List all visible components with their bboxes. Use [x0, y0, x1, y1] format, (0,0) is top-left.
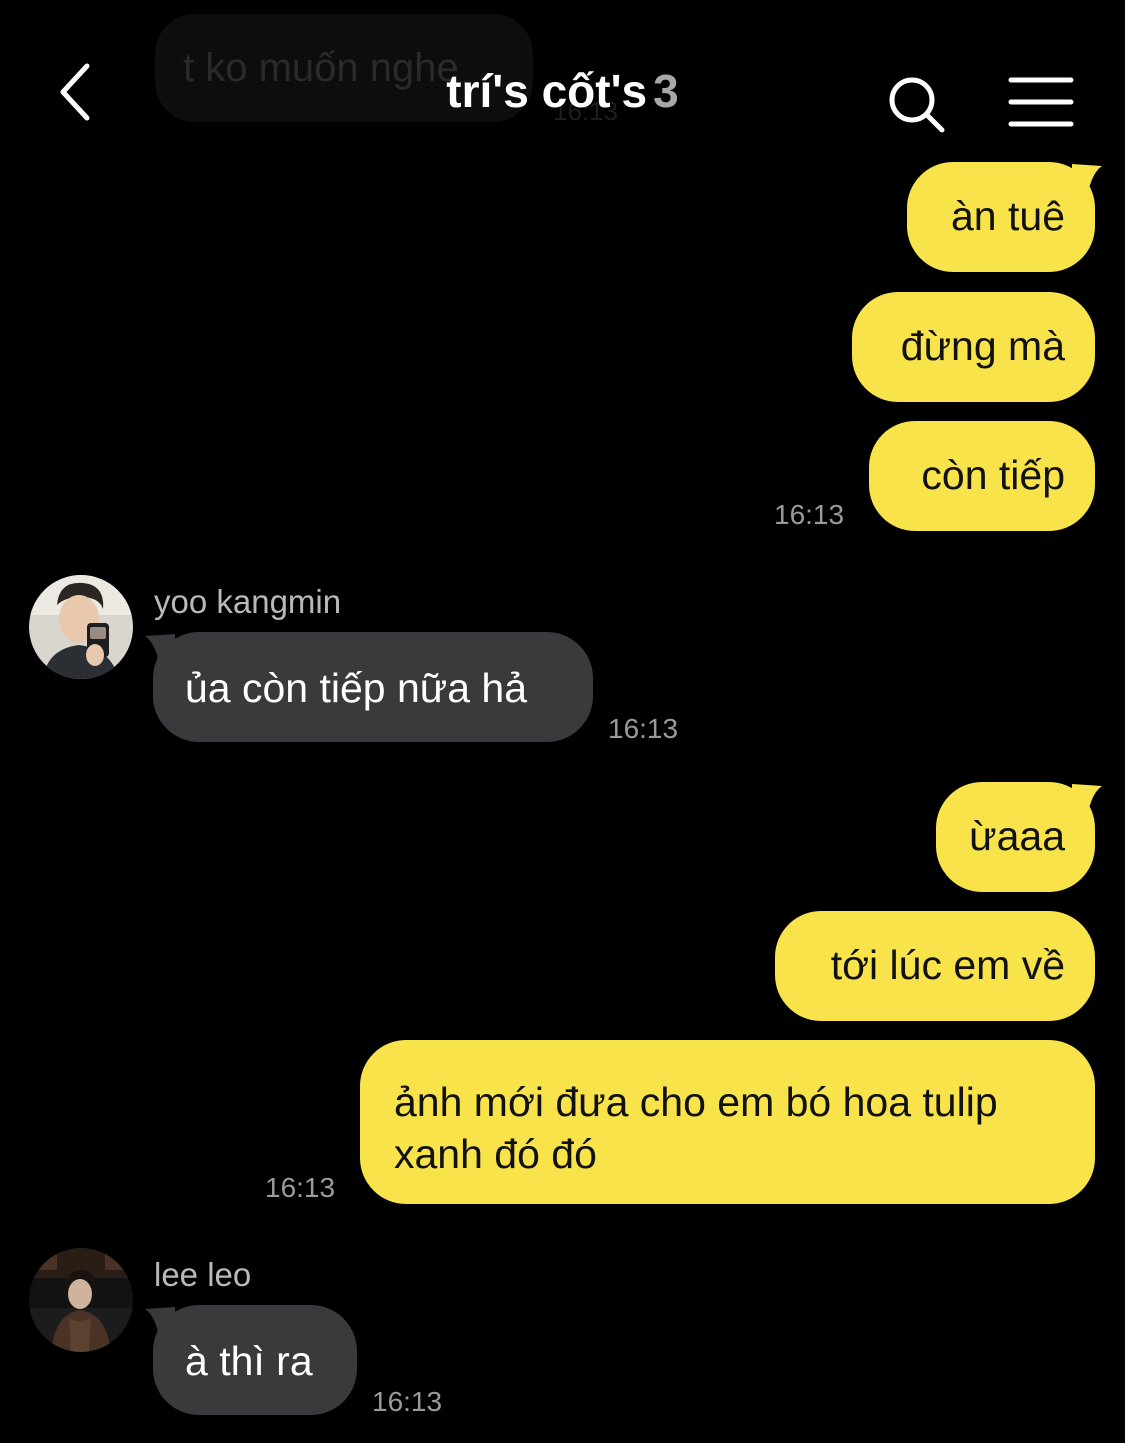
message-text: ừaaa — [969, 813, 1065, 859]
chat-name: trí's cốt's — [446, 65, 648, 117]
message-time: 16:13 — [774, 499, 845, 530]
bubble-tail — [145, 634, 175, 674]
message-text: đừng mà — [900, 323, 1065, 369]
sender-name: lee leo — [154, 1256, 252, 1293]
outgoing-message[interactable]: còn tiếp — [869, 421, 1095, 531]
incoming-message[interactable]: à thì ra — [153, 1305, 357, 1415]
message-time: 16:13 — [265, 1172, 336, 1203]
incoming-message[interactable]: ủa còn tiếp nữa hả — [153, 632, 593, 742]
outgoing-message[interactable]: đừng mà — [852, 292, 1095, 402]
sender-name: yoo kangmin — [154, 583, 342, 620]
menu-icon[interactable] — [1008, 76, 1074, 128]
outgoing-message[interactable]: tới lúc em về — [775, 911, 1095, 1021]
message-time: 16:13 — [372, 1386, 443, 1417]
bubble-tail — [1072, 164, 1102, 204]
outgoing-message[interactable]: àn tuê — [907, 162, 1095, 272]
bubble-tail — [145, 1307, 175, 1347]
message-text: à thì ra — [185, 1338, 313, 1384]
message-text: ủa còn tiếp nữa hả — [185, 665, 528, 711]
message-text: còn tiếp — [921, 452, 1065, 498]
message-text: tới lúc em về — [830, 942, 1065, 988]
search-icon[interactable] — [884, 72, 948, 136]
member-count: 3 — [653, 65, 679, 117]
outgoing-message[interactable]: ảnh mới đưa cho em bó hoa tulip xanh đó … — [360, 1040, 1095, 1204]
message-time: 16:13 — [608, 713, 679, 744]
avatar-photo — [29, 1248, 133, 1352]
avatar-photo — [29, 575, 133, 679]
message-text: àn tuê — [951, 193, 1065, 239]
avatar-lee-leo[interactable] — [29, 1248, 133, 1352]
chat-title: trí's cốt's 3 — [0, 64, 1125, 118]
avatar-yoo-kangmin[interactable] — [29, 575, 133, 679]
message-text: ảnh mới đưa cho em bó hoa tulip xanh đó … — [394, 1079, 998, 1177]
bubble-tail — [1072, 784, 1102, 824]
